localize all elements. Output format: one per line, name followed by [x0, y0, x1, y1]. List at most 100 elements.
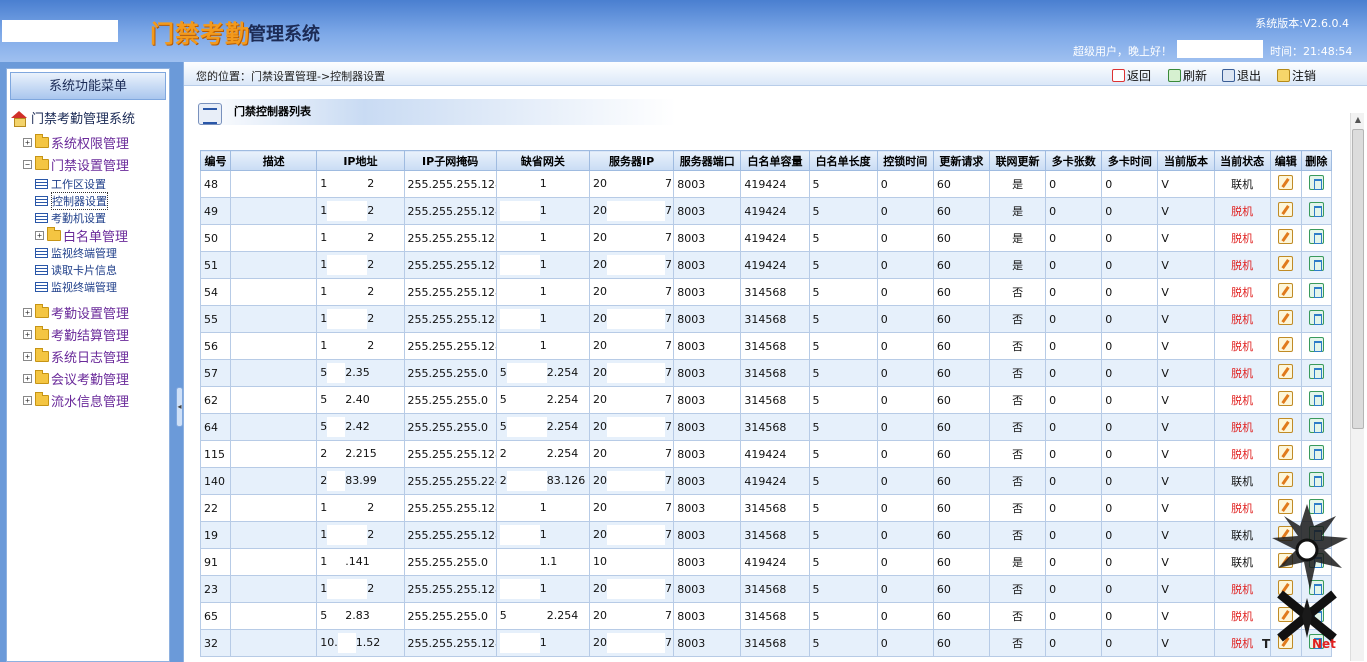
- edit-icon[interactable]: [1278, 256, 1294, 271]
- ip-cell: 5 2.35: [316, 359, 405, 387]
- edit-icon[interactable]: [1278, 445, 1294, 460]
- server-ip-cell-prefix: 20: [592, 609, 607, 622]
- edit-icon[interactable]: [1278, 310, 1294, 325]
- delete-icon[interactable]: [1308, 202, 1324, 217]
- expand-icon[interactable]: +: [23, 307, 32, 317]
- table-row[interactable]: 19 1 2 255.255.255.128 1 20 7 8003 314568 5 0 60 否 0 0…: [199, 521, 1333, 549]
- edit-icon[interactable]: [1278, 418, 1294, 433]
- ip-cell-prefix: 5: [320, 393, 328, 406]
- exit-button[interactable]: 退出: [1222, 67, 1261, 84]
- delete-icon[interactable]: [1308, 283, 1324, 298]
- edit-icon[interactable]: [1278, 472, 1294, 487]
- table-row[interactable]: 56 1 2 255.255.255.128 1 20 7 8003 314568 5 0 60 否 0 0…: [199, 332, 1333, 360]
- refresh-button[interactable]: 刷新: [1168, 67, 1207, 84]
- delete-icon[interactable]: [1308, 364, 1324, 379]
- expand-icon[interactable]: +: [23, 373, 32, 383]
- redacted-mask: [499, 309, 540, 329]
- menu-system-log[interactable]: + 系统日志管理: [7, 345, 169, 367]
- delete-icon[interactable]: [1308, 445, 1324, 460]
- table-row[interactable]: 57 5 2.35 255.255.255.0 5 2.254 20 7 8003 314568 5…: [199, 359, 1333, 387]
- ip-cell-suffix: 2: [367, 285, 375, 298]
- menu-flow-info[interactable]: + 流水信息管理: [7, 389, 169, 411]
- ip-cell: 2 83.99: [316, 467, 405, 495]
- net-update-cell: 否: [988, 521, 1047, 549]
- delete-icon[interactable]: [1308, 418, 1324, 433]
- table-row[interactable]: 115 2 2.215 255.255.255.128 2 2.254 20 7 8003 419…: [199, 440, 1333, 468]
- edit-icon[interactable]: [1278, 175, 1294, 190]
- table-row[interactable]: 91 1.141 255.255.255.0 1.1 10 8003 419424 5 0 60 是…: [199, 548, 1333, 576]
- server-ip-cell: 20 7: [588, 332, 675, 360]
- table-row[interactable]: 64 5 2.42 255.255.255.0 5 2.254 20 7 8003 314568 5…: [199, 413, 1333, 441]
- table-row[interactable]: 55 1 2 255.255.255.128 1 20 7 8003 314568 5 0 60 否 0 0…: [199, 305, 1333, 333]
- redacted-mask: [327, 579, 368, 599]
- table-row[interactable]: 22 1 2 255.255.255.128 1 20 7 8003 314568 5 0 60 否 0 0…: [199, 494, 1333, 522]
- expand-icon[interactable]: +: [23, 351, 32, 361]
- edit-cell: [1269, 332, 1302, 360]
- menu-monitor-terminal[interactable]: 监视终端管理: [7, 244, 169, 261]
- menu-whitelist[interactable]: + 白名单管理: [7, 226, 169, 245]
- net-update-cell: 是: [988, 197, 1047, 225]
- id-cell: 62: [199, 386, 232, 414]
- expand-icon[interactable]: +: [23, 395, 32, 405]
- edit-icon[interactable]: [1278, 337, 1294, 352]
- table-row[interactable]: 49 1 2 255.255.255.128 1 20 7 8003 419424 5 0 60 是 0 0…: [199, 197, 1333, 225]
- edit-icon[interactable]: [1278, 229, 1294, 244]
- sidebar-splitter[interactable]: ◂: [176, 62, 183, 662]
- menu-read-card[interactable]: 读取卡片信息: [7, 261, 169, 278]
- delete-icon[interactable]: [1308, 472, 1324, 487]
- lock-time-cell: 0: [876, 170, 934, 198]
- logout-button[interactable]: 注销: [1277, 67, 1316, 84]
- menu-meeting-attendance[interactable]: + 会议考勤管理: [7, 367, 169, 389]
- edit-icon[interactable]: [1278, 391, 1294, 406]
- menu-monitor-terminal-2[interactable]: 监视终端管理: [7, 278, 169, 295]
- table-row[interactable]: 32 10. 1.52 255.255.255.128 1 20 7 8003 314568 5 0…: [199, 629, 1333, 657]
- menu-system-permission[interactable]: + 系统权限管理: [7, 131, 169, 153]
- table-row[interactable]: 65 5 2.83 255.255.255.0 5 2.254 20 7 8003 314568 5…: [199, 602, 1333, 630]
- edit-icon[interactable]: [1278, 202, 1294, 217]
- ip-cell: 5 2.83: [316, 602, 405, 630]
- delete-icon[interactable]: [1308, 175, 1324, 190]
- edit-cell: [1269, 413, 1302, 441]
- delete-icon[interactable]: [1308, 337, 1324, 352]
- multi-card-time-cell: 0: [1101, 575, 1159, 603]
- table-row[interactable]: 48 1 2 255.255.255.128 1 20 7 8003 419424 5 0 60 是 0 0…: [199, 170, 1333, 198]
- ip-cell-suffix: 2: [367, 501, 375, 514]
- delete-icon[interactable]: [1308, 391, 1324, 406]
- scroll-thumb[interactable]: [1352, 129, 1364, 429]
- table-row[interactable]: 140 2 83.99 255.255.255.224 2 83.126 20 7 8003 41…: [199, 467, 1333, 495]
- tree-root[interactable]: 门禁考勤管理系统: [7, 102, 169, 131]
- length-cell: 5: [808, 278, 878, 306]
- lock-time-cell: 0: [876, 629, 934, 657]
- lock-time-cell: 0: [876, 278, 934, 306]
- table-row[interactable]: 50 1 2 255.255.255.128 1 20 7 8003 419424 5 0 60 是 0 0…: [199, 224, 1333, 252]
- menu-controller-settings[interactable]: 控制器设置: [7, 191, 169, 210]
- edit-icon[interactable]: [1278, 364, 1294, 379]
- menu-access-settings[interactable]: − 门禁设置管理: [7, 153, 169, 175]
- menu-attendance-settlement[interactable]: + 考勤结算管理: [7, 323, 169, 345]
- folder-icon: [35, 133, 49, 148]
- expand-icon[interactable]: +: [23, 329, 32, 339]
- delete-icon[interactable]: [1308, 229, 1324, 244]
- table-row[interactable]: 51 1 2 255.255.255.128 1 20 7 8003 419424 5 0 60 是 0 0…: [199, 251, 1333, 279]
- expand-icon[interactable]: +: [23, 137, 32, 147]
- expand-icon[interactable]: +: [35, 230, 44, 240]
- scroll-up-icon[interactable]: ▲: [1351, 113, 1365, 127]
- table-row[interactable]: 54 1 2 255.255.255.128 1 20 7 8003 314568 5 0 60 否 0 0…: [199, 278, 1333, 306]
- table-row[interactable]: 62 5 2.40 255.255.255.0 5 2.254 20 7 8003 314568 5…: [199, 386, 1333, 414]
- server-ip-cell: 20 7: [588, 278, 675, 306]
- delete-icon[interactable]: [1308, 310, 1324, 325]
- server-ip-cell-prefix: 20: [592, 366, 607, 379]
- mask-cell: 255.255.255.128: [403, 575, 497, 603]
- version-cell: V: [1157, 494, 1215, 522]
- description-cell: [230, 251, 318, 279]
- delete-icon[interactable]: [1308, 256, 1324, 271]
- collapse-sidebar-handle[interactable]: ◂: [176, 387, 183, 427]
- gateway-cell-suffix: 2.254: [546, 447, 579, 460]
- menu-attendance-settings[interactable]: + 考勤设置管理: [7, 301, 169, 323]
- back-button[interactable]: 返回: [1112, 67, 1151, 84]
- edit-icon[interactable]: [1278, 283, 1294, 298]
- menu-workarea-settings[interactable]: 工作区设置: [7, 175, 169, 192]
- table-row[interactable]: 23 1 2 255.255.255.128 1 20 7 8003 314568 5 0 60 否 0 0…: [199, 575, 1333, 603]
- menu-attendance-machine[interactable]: 考勤机设置: [7, 209, 169, 226]
- collapse-icon[interactable]: −: [23, 159, 32, 169]
